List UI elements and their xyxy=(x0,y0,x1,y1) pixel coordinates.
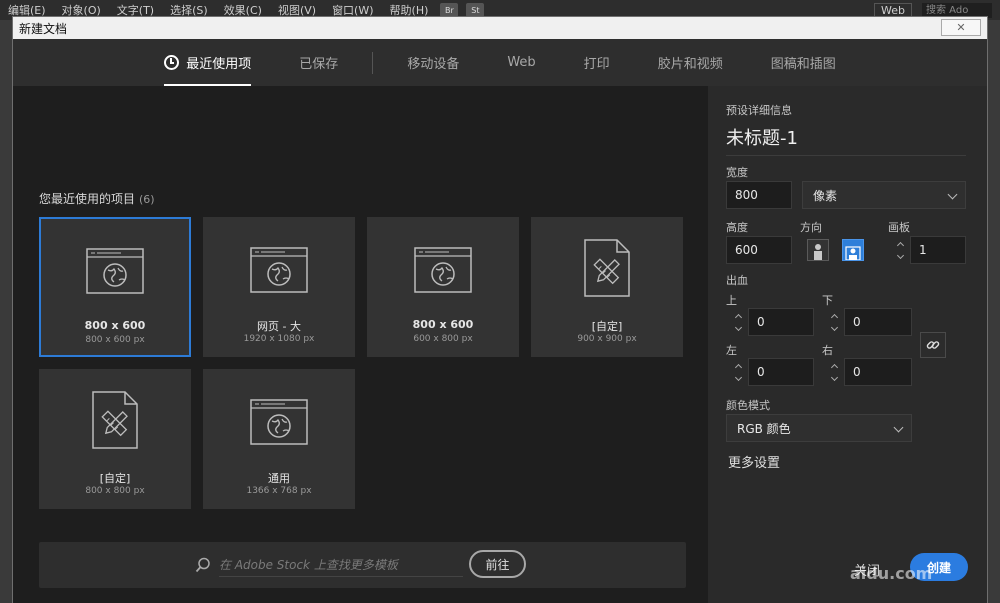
tab-label: 图稿和插图 xyxy=(770,57,836,72)
landscape-orientation-button[interactable] xyxy=(842,239,864,261)
recent-content: 您最近使用的项目 (6) 800 x 600 800 x 600 px 网页 -… xyxy=(13,86,708,603)
preset-card[interactable]: 800 x 600 800 x 600 px xyxy=(39,217,191,357)
portrait-icon xyxy=(814,244,822,260)
preset-details-panel: 预设详细信息 未标题-1 宽度 800 像素 高度 600 方向 画板 1 出血… xyxy=(708,86,987,603)
card-name: 网页 - 大 xyxy=(257,320,301,333)
card-name: 通用 xyxy=(268,472,290,485)
tab-recent[interactable]: 最近使用项 xyxy=(140,39,275,86)
card-name: 800 x 600 xyxy=(412,318,474,331)
bleed-bottom-label: 下 xyxy=(822,294,833,307)
bleed-right-label: 右 xyxy=(822,344,833,357)
document-name-field[interactable]: 未标题-1 xyxy=(726,124,966,156)
web-icon xyxy=(250,247,308,293)
tab-film-video[interactable]: 胶片和视频 xyxy=(634,39,747,86)
card-name: 800 x 600 xyxy=(84,319,146,332)
tab-label: 移动设备 xyxy=(407,57,460,72)
bleed-bottom-stepper[interactable] xyxy=(824,308,844,336)
bleed-label: 出血 xyxy=(726,274,748,287)
bleed-left-label: 左 xyxy=(726,344,737,357)
bleed-top-label: 上 xyxy=(726,294,737,307)
artboard-input[interactable]: 1 xyxy=(910,236,966,264)
tab-art-illustration[interactable]: 图稿和插图 xyxy=(747,39,860,86)
search-icon xyxy=(195,557,210,573)
card-dimensions: 800 x 600 px xyxy=(85,335,145,345)
bleed-right-stepper[interactable] xyxy=(824,358,844,386)
tab-print[interactable]: 打印 xyxy=(560,39,634,86)
card-name: [自定] xyxy=(591,320,623,333)
card-dimensions: 1920 x 1080 px xyxy=(243,334,315,344)
recent-section-title: 您最近使用的项目 (6) xyxy=(39,190,155,207)
bleed-top-stepper[interactable] xyxy=(728,308,748,336)
preset-card[interactable]: 800 x 600 600 x 800 px xyxy=(367,217,519,357)
height-input[interactable]: 600 xyxy=(726,236,792,264)
bleed-right-input[interactable]: 0 xyxy=(844,358,912,386)
stock-search-input[interactable]: 在 Adobe Stock 上查找更多模板 xyxy=(219,556,463,577)
dialog-title: 新建文档 xyxy=(19,21,68,36)
close-icon[interactable]: ✕ xyxy=(941,19,981,36)
artboard-stepper[interactable] xyxy=(890,236,910,264)
tab-saved[interactable]: 已保存 xyxy=(275,39,362,86)
recent-count: (6) xyxy=(139,193,155,206)
tab-web[interactable]: Web xyxy=(483,39,559,86)
color-mode-label: 颜色模式 xyxy=(726,399,770,412)
bleed-bottom-input[interactable]: 0 xyxy=(844,308,912,336)
tab-divider xyxy=(372,51,374,74)
bleed-left-stepper[interactable] xyxy=(728,358,748,386)
color-mode-value: RGB 颜色 xyxy=(737,421,791,436)
artboard-label: 画板 xyxy=(888,221,910,234)
clock-icon xyxy=(164,55,180,70)
web-icon xyxy=(86,248,144,294)
more-settings-link[interactable]: 更多设置 xyxy=(728,452,780,471)
tab-label: 胶片和视频 xyxy=(657,57,723,72)
stock-icon[interactable]: St xyxy=(466,3,485,17)
preset-card[interactable]: 网页 - 大 1920 x 1080 px xyxy=(203,217,355,357)
orientation-label: 方向 xyxy=(800,221,822,234)
unit-select[interactable]: 像素 xyxy=(802,181,966,209)
tab-label: Web xyxy=(507,55,536,70)
tab-label: 最近使用项 xyxy=(186,57,252,72)
card-dimensions: 600 x 800 px xyxy=(413,334,473,344)
preset-card[interactable]: [自定] 900 x 900 px xyxy=(531,217,683,357)
width-input[interactable]: 800 xyxy=(726,181,792,209)
bleed-left-input[interactable]: 0 xyxy=(748,358,814,386)
new-document-dialog: 新建文档 ✕ 最近使用项 已保存 移动设备 Web 打印 胶片和视频 图稿和插图… xyxy=(12,16,988,603)
link-bleed-button[interactable] xyxy=(920,332,946,358)
category-tabs: 最近使用项 已保存 移动设备 Web 打印 胶片和视频 图稿和插图 xyxy=(13,39,987,86)
tab-label: 打印 xyxy=(583,57,610,72)
chevron-down-icon xyxy=(893,422,904,433)
dialog-titlebar: 新建文档 ✕ xyxy=(13,17,987,39)
card-dimensions: 1366 x 768 px xyxy=(246,486,312,496)
link-icon xyxy=(926,341,940,349)
preset-section-title: 预设详细信息 xyxy=(726,104,792,117)
card-name: [自定] xyxy=(99,472,131,485)
portrait-orientation-button[interactable] xyxy=(807,239,829,261)
recent-title-text: 您最近使用的项目 xyxy=(39,192,136,206)
chevron-down-icon xyxy=(947,189,958,200)
web-icon xyxy=(250,399,308,445)
landscape-icon xyxy=(845,246,861,260)
preset-card[interactable]: 通用 1366 x 768 px xyxy=(203,369,355,509)
document-icon xyxy=(92,391,138,449)
go-button[interactable]: 前往 xyxy=(469,550,526,578)
tab-mobile[interactable]: 移动设备 xyxy=(383,39,483,86)
preset-card[interactable]: [自定] 800 x 800 px xyxy=(39,369,191,509)
card-dimensions: 900 x 900 px xyxy=(577,334,637,344)
height-label: 高度 xyxy=(726,221,748,234)
card-dimensions: 800 x 800 px xyxy=(85,486,145,496)
bleed-top-input[interactable]: 0 xyxy=(748,308,814,336)
tab-label: 已保存 xyxy=(299,57,339,72)
color-mode-select[interactable]: RGB 颜色 xyxy=(726,414,912,442)
web-icon xyxy=(414,247,472,293)
width-label: 宽度 xyxy=(726,166,748,179)
watermark: aidu.com xyxy=(850,564,933,583)
bridge-icon[interactable]: Br xyxy=(440,3,459,17)
unit-value: 像素 xyxy=(813,188,838,203)
document-icon xyxy=(584,239,630,297)
adobe-stock-bar: 在 Adobe Stock 上查找更多模板 前往 xyxy=(39,542,686,588)
